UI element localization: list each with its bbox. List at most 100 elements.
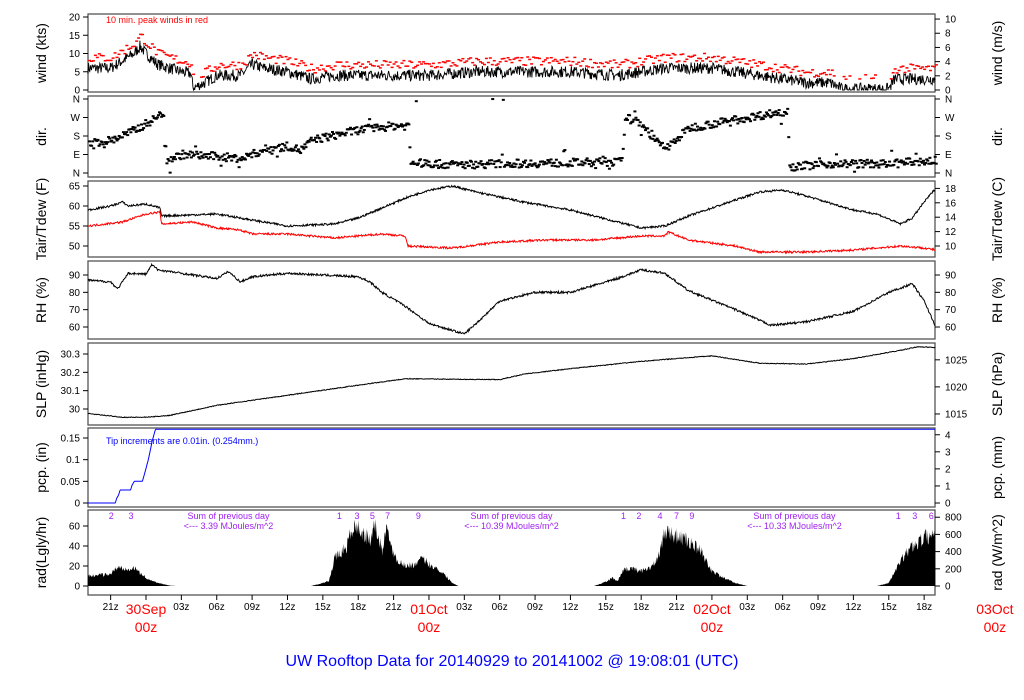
peak-wind-mark: [581, 60, 585, 62]
peak-wind-mark: [695, 60, 699, 62]
peak-wind-mark: [192, 73, 196, 76]
dir-point: [693, 122, 697, 125]
dir-point: [316, 134, 320, 137]
dir-point: [312, 139, 316, 142]
pcp-note: Tip increments are 0.01in. (0.254mm.): [106, 436, 258, 446]
peak-wind-mark: [302, 62, 306, 64]
dir-point: [888, 160, 892, 163]
y-tick-label-right: 1015: [945, 409, 968, 420]
dir-point: [632, 118, 636, 121]
dir-point: [622, 133, 626, 136]
y-tick-label-right: 90: [945, 271, 957, 282]
peak-wind-mark: [555, 60, 559, 63]
y-tick-label: 0.15: [61, 434, 81, 445]
dir-point: [749, 120, 753, 123]
dir-point: [902, 163, 906, 166]
dir-point: [545, 162, 549, 165]
dir-point: [816, 165, 820, 168]
peak-wind-mark: [465, 60, 469, 62]
peak-wind-mark: [901, 65, 905, 67]
peak-wind-mark: [160, 50, 164, 52]
peak-wind-mark: [152, 46, 156, 48]
x-tick-label: 06z: [775, 602, 791, 613]
dir-point: [696, 125, 700, 128]
dir-point: [172, 156, 176, 159]
dir-point: [928, 156, 932, 159]
dir-point: [791, 163, 795, 166]
dir-point: [712, 120, 716, 123]
dir-point: [208, 156, 212, 159]
dir-point: [610, 161, 614, 164]
peak-wind-mark: [235, 68, 239, 71]
dir-point: [536, 165, 540, 168]
peak-wind-mark: [355, 63, 359, 65]
peak-wind-mark: [115, 56, 119, 59]
dir-point: [550, 164, 554, 167]
y-tick-label: 60: [69, 522, 81, 533]
peak-wind-mark: [758, 61, 762, 63]
dir-point: [707, 123, 711, 126]
peak-wind-mark: [186, 63, 190, 65]
dir-point: [648, 135, 652, 138]
peak-wind-mark: [673, 54, 677, 56]
peak-wind-mark: [911, 64, 915, 66]
pcp-panel: pcp. (in) pcp. (mm) 0 0.05 0.1 0.15 0 1 2 3 4 Tip i…: [33, 427, 1005, 510]
hour-mark: 6: [929, 511, 934, 521]
dir-point: [474, 160, 478, 163]
peak-wind-mark: [712, 55, 716, 58]
peak-wind-mark: [541, 60, 545, 63]
peak-wind-mark: [406, 65, 410, 67]
dir-point: [561, 164, 565, 167]
dir-point: [853, 170, 857, 173]
dir-point: [836, 162, 840, 165]
y-tick-label-right: 80: [945, 288, 957, 299]
peak-wind-mark: [817, 75, 821, 77]
peak-wind-mark: [775, 69, 779, 71]
peak-wind-mark: [537, 57, 541, 60]
dir-point: [715, 125, 719, 128]
dir-point: [612, 163, 616, 166]
peak-wind-mark: [907, 70, 911, 72]
dir-point: [87, 140, 91, 143]
dir-point: [404, 124, 408, 127]
dir-point: [381, 125, 385, 128]
peak-wind-mark: [135, 40, 139, 42]
dir-point: [631, 120, 635, 123]
y-tick-label-right: 600: [945, 530, 962, 541]
peak-wind-mark: [188, 65, 192, 68]
dir-point: [789, 166, 793, 169]
temp-ylabel-right: Tair/Tdew (C): [989, 177, 1005, 261]
dir-point: [432, 164, 436, 167]
peak-wind-mark: [724, 62, 728, 65]
peak-wind-mark: [716, 55, 720, 58]
peak-wind-mark: [258, 51, 262, 54]
dir-point: [491, 98, 495, 101]
peak-wind-mark: [600, 62, 604, 65]
dir-point: [524, 159, 528, 162]
dir-point: [619, 159, 623, 162]
dir-point: [483, 167, 487, 170]
dir-point: [861, 166, 865, 169]
dir-point: [710, 124, 714, 127]
dir-point: [625, 118, 629, 121]
y-tick-label-right: 1020: [945, 382, 968, 393]
dir-point: [597, 160, 601, 163]
dir-point: [818, 157, 822, 160]
peak-wind-mark: [575, 63, 579, 65]
peak-wind-mark: [272, 55, 276, 58]
dir-point: [309, 136, 313, 139]
y-tick-label-right: 6: [945, 43, 951, 54]
x-tick-label: 12z: [845, 602, 861, 613]
dir-point: [844, 160, 848, 163]
dir-point: [170, 160, 174, 163]
y-tick-label: S: [73, 132, 80, 143]
peak-wind-mark: [722, 56, 726, 58]
peak-wind-mark: [872, 77, 876, 79]
peak-wind-mark: [213, 66, 217, 68]
peak-wind-mark: [648, 55, 652, 57]
dir-point: [677, 139, 681, 142]
peak-wind-mark: [400, 62, 404, 64]
peak-wind-mark: [333, 65, 337, 67]
dir-point: [683, 131, 687, 134]
y-tick-label-right: 18: [945, 184, 957, 195]
